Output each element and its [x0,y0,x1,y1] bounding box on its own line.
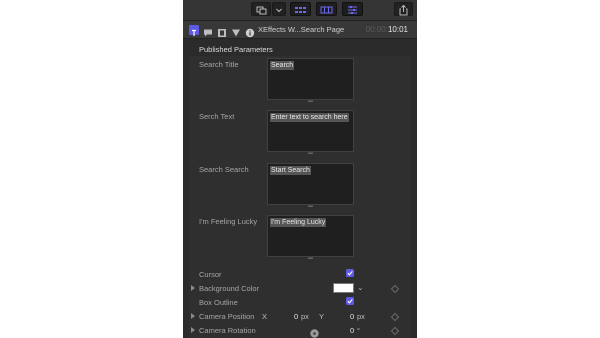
timeline-toggle-button[interactable] [316,2,337,16]
top-toolbar [183,0,417,20]
sliders-icon [348,6,357,14]
timeline-icon [320,6,333,14]
rotation-dial-icon[interactable] [310,325,319,338]
share-icon [399,4,408,16]
section-title: Published Parameters [199,45,273,54]
camera-rotation-value[interactable]: 0 [350,326,354,335]
disclosure-triangle-icon[interactable] [191,327,195,333]
serch-text-label: Serch Text [199,112,235,121]
window-layout-button[interactable] [251,2,271,16]
feeling-lucky-field[interactable]: I'm Feeling Lucky ▬ [267,215,354,261]
search-title-field[interactable]: Search ▬ [267,58,354,104]
camera-y-value[interactable]: 0 [350,312,354,321]
cursor-label: Cursor [199,270,222,279]
camera-position-label: Camera Position [199,312,255,321]
box-outline-label: Box Outline [199,298,238,307]
camera-y-unit: px [357,312,365,321]
info-icon [245,28,255,38]
color-dropdown-chevron-icon[interactable]: ⌄ [357,283,364,292]
text-inspector-tab[interactable] [203,25,213,37]
background-color-swatch[interactable] [333,283,354,293]
inspector-title: XEffects W...Search Page [258,25,345,34]
serch-text-value: Enter text to search here [270,113,349,122]
checkmark-icon [347,299,353,304]
title-inspector-tab[interactable] [189,25,199,36]
camera-y-label: Y [319,312,325,321]
inspector-panel: XEffects W...Search Page 00:00:10:01 Pub… [183,0,417,338]
video-inspector-tab[interactable] [217,25,227,37]
film-icon [218,29,226,37]
text-t-icon [192,29,196,36]
background-color-label: Background Color [199,284,260,293]
inspector-header: XEffects W...Search Page 00:00:10:01 [183,20,417,39]
search-title-label: Search Title [199,60,239,69]
disclosure-triangle-icon[interactable] [191,313,195,319]
camera-x-label: X [262,312,268,321]
cursor-checkbox[interactable] [346,269,354,277]
search-search-field[interactable]: Start Search ▬ [267,163,354,209]
resize-grip-icon[interactable]: ▬ [308,255,314,261]
resize-grip-icon[interactable]: ▬ [308,203,314,209]
feeling-lucky-value: I'm Feeling Lucky [270,218,327,227]
window-layout-icon [256,6,267,15]
layout-dropdown-button[interactable] [272,2,286,16]
disclosure-triangle-icon[interactable] [191,285,195,291]
checkmark-icon [347,271,353,276]
search-title-value: Search [270,61,295,70]
timecode-prefix: 00:00: [365,25,388,34]
camera-x-unit: px [301,312,309,321]
resize-grip-icon[interactable]: ▬ [308,98,314,104]
camera-rotation-label: Camera Rotation [199,326,256,335]
info-inspector-tab[interactable] [245,25,255,38]
inspector-toggle-button[interactable] [342,2,363,16]
camera-x-value[interactable]: 0 [294,312,298,321]
serch-text-field[interactable]: Enter text to search here ▬ [267,110,354,156]
speech-bubble-icon [204,29,212,37]
share-button[interactable] [394,2,413,16]
search-search-label: Search Search [199,165,249,174]
timecode-value: 10:01 [387,25,408,34]
camera-rotation-unit: ° [357,326,360,335]
chevron-down-icon [276,8,282,13]
feeling-lucky-label: I'm Feeling Lucky [199,217,258,226]
search-search-value: Start Search [270,166,311,175]
resize-grip-icon[interactable]: ▬ [308,150,314,156]
funnel-icon [232,29,240,37]
grid-icon [295,7,306,13]
box-outline-checkbox[interactable] [346,297,354,305]
timecode: 00:00:10:01 [366,25,408,34]
filter-inspector-tab[interactable] [231,25,241,37]
browser-toggle-button[interactable] [290,2,311,16]
